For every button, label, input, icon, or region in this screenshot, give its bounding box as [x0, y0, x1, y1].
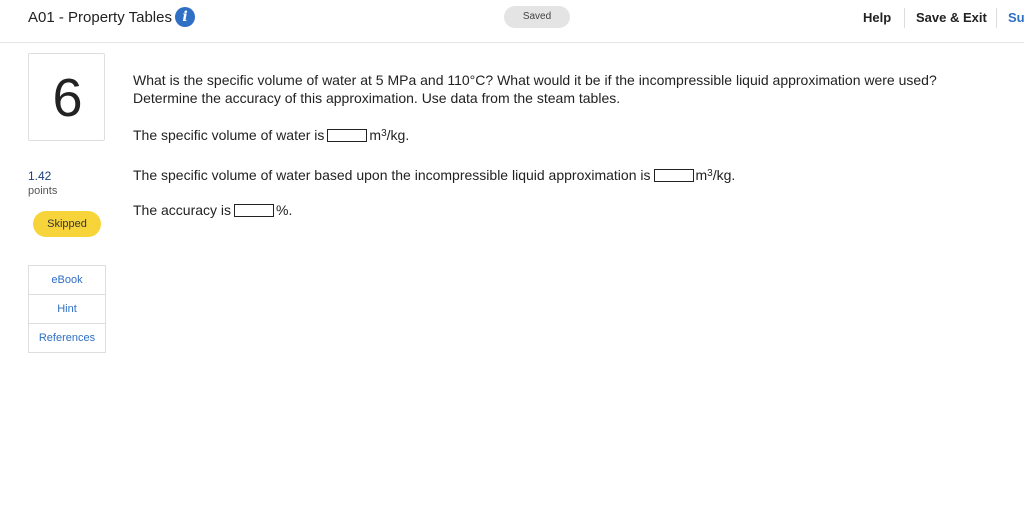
answer-row-incompressible: The specific volume of water based upon … — [133, 167, 735, 183]
header-divider — [996, 8, 997, 28]
unit-exponent: 3 — [707, 167, 713, 179]
question-number-box: 6 — [28, 53, 105, 141]
answer-row-accuracy: The accuracy is %. — [133, 202, 292, 218]
points-value: 1.42 — [28, 169, 52, 183]
hint-link[interactable]: Hint — [29, 295, 105, 324]
question-prompt: What is the specific volume of water at … — [133, 72, 937, 106]
unit-tail: /kg. — [386, 127, 410, 143]
question-number: 6 — [52, 68, 83, 128]
unit-base: m — [369, 127, 382, 143]
assignment-title: A01 - Property Tables — [28, 9, 172, 26]
unit-base: m — [695, 167, 708, 183]
ebook-link[interactable]: eBook — [29, 266, 105, 295]
resource-links: eBook Hint References — [28, 265, 106, 353]
answer-label: The specific volume of water is — [133, 127, 325, 143]
accuracy-input[interactable] — [234, 203, 275, 217]
incompressible-volume-input[interactable] — [653, 168, 694, 182]
saved-status-badge: Saved — [504, 6, 570, 28]
unit-base: %. — [276, 202, 293, 218]
top-header: A01 - Property Tables i Saved Help Save … — [0, 0, 1024, 43]
references-link[interactable]: References — [29, 324, 105, 352]
unit-tail: /kg. — [712, 167, 736, 183]
points-label: points — [28, 185, 58, 197]
help-button[interactable]: Help — [863, 10, 891, 25]
answer-label: The specific volume of water based upon … — [133, 167, 651, 183]
info-icon[interactable]: i — [175, 7, 195, 27]
answer-row-specific-volume: The specific volume of water is m 3/kg. — [133, 127, 409, 143]
header-divider — [904, 8, 905, 28]
save-exit-button[interactable]: Save & Exit — [916, 10, 987, 25]
submit-button[interactable]: Su — [1008, 10, 1024, 25]
answer-label: The accuracy is — [133, 202, 232, 218]
unit-exponent: 3 — [381, 127, 387, 139]
specific-volume-input[interactable] — [327, 128, 368, 142]
skipped-status-badge: Skipped — [33, 211, 101, 237]
